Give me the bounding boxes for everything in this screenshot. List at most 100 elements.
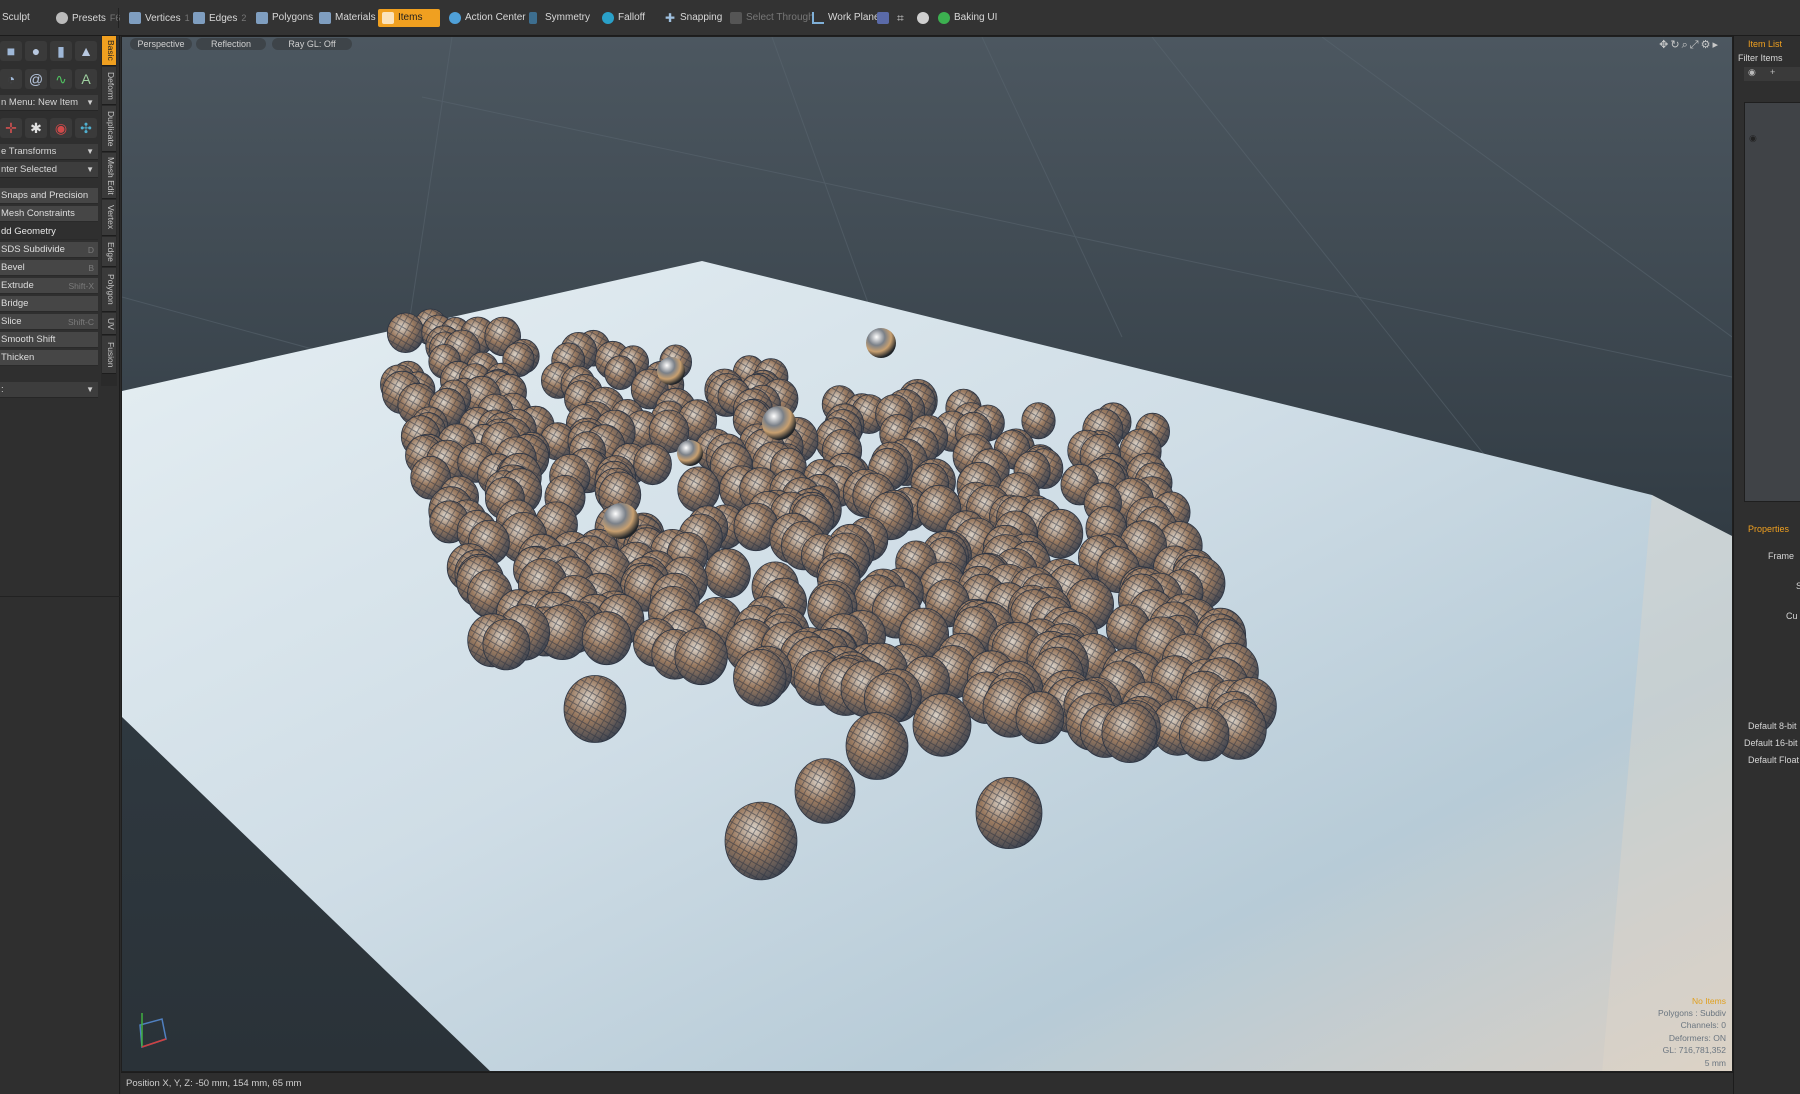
bevel-shortcut: B	[88, 263, 94, 273]
extrude-button[interactable]: Extrude Shift-X	[0, 278, 98, 294]
presets-button[interactable]: Presets F6	[52, 9, 120, 27]
chrome-sphere	[762, 406, 796, 440]
center-selected-dropdown[interactable]: nter Selected ▼	[0, 162, 98, 178]
tab-deform[interactable]: Deform	[102, 67, 116, 105]
viewport-header: Perspective Reflection Ray GL: Off ✥↻⌕⤢⚙…	[122, 37, 1732, 52]
mesh-constraints-button[interactable]: Mesh Constraints	[0, 206, 98, 222]
polygons-button[interactable]: Polygons	[252, 9, 313, 27]
falloff-label: Falloff	[618, 12, 646, 23]
bridge-label: Bridge	[1, 298, 29, 309]
tab-edge[interactable]: Edge	[102, 237, 116, 267]
tab-mesh-edit[interactable]: Mesh Edit	[102, 153, 116, 199]
tab-fusion[interactable]: Fusion	[102, 336, 116, 374]
transform-tool[interactable]: ✣	[75, 118, 97, 138]
item-list[interactable]: ◉	[1744, 102, 1800, 502]
slice-shortcut: Shift-C	[68, 317, 94, 327]
item-menu-dropdown[interactable]: n Menu: New Item ▼	[0, 95, 98, 111]
viewport-render-button[interactable]	[874, 9, 892, 27]
snapping-button[interactable]: ✚ Snapping	[660, 9, 722, 27]
cube-tool[interactable]: ■	[0, 41, 22, 61]
materials-button[interactable]: Materials	[315, 9, 376, 27]
tab-duplicate[interactable]: Duplicate	[102, 106, 116, 152]
cone-icon: ▲	[79, 43, 93, 59]
reflection-button[interactable]: Reflection	[196, 38, 266, 50]
tab-polygon[interactable]: Polygon	[102, 268, 116, 312]
gear-icon[interactable]: ⚙	[1701, 39, 1713, 51]
move-tool[interactable]: ✛	[0, 118, 22, 138]
presets-icon	[56, 12, 68, 24]
edges-button[interactable]: Edges 2	[189, 9, 246, 27]
items-button[interactable]: Items	[378, 9, 440, 27]
viewport-nav-icons[interactable]: ✥↻⌕⤢⚙▸	[1659, 38, 1720, 52]
chevron-down-icon: ▼	[86, 165, 94, 174]
perspective-button[interactable]: Perspective	[130, 38, 192, 50]
3d-viewport[interactable]: Perspective Reflection Ray GL: Off ✥↻⌕⤢⚙…	[121, 36, 1733, 1072]
symmetry-button[interactable]: Symmetry	[525, 9, 590, 27]
transforms-dropdown[interactable]: e Transforms ▼	[0, 144, 98, 160]
orbit-icon[interactable]: ↻	[1670, 39, 1681, 51]
slice-label: Slice	[1, 316, 22, 327]
tab-uv[interactable]: UV	[102, 313, 116, 335]
chevron-right-icon[interactable]: ▸	[1712, 39, 1720, 51]
select-through-icon	[730, 12, 742, 24]
crop-button[interactable]: ⌗	[894, 9, 912, 27]
maximize-icon[interactable]: ⤢	[1690, 39, 1701, 51]
raspberry-wire-overlay	[564, 675, 626, 743]
rotate-tool[interactable]: ✱	[25, 118, 47, 138]
select-through-button[interactable]: Select Through	[726, 9, 814, 27]
pan-icon[interactable]: ✥	[1659, 39, 1670, 51]
sds-subdivide-button[interactable]: SDS Subdivide D	[0, 242, 98, 258]
sphere-tool[interactable]: ●	[25, 41, 47, 61]
bevel-button[interactable]: Bevel B	[0, 260, 98, 276]
zoom-icon[interactable]: ⌕	[1682, 39, 1690, 51]
tab-basic[interactable]: Basic	[102, 36, 116, 66]
slice-button[interactable]: Slice Shift-C	[0, 314, 98, 330]
bridge-button[interactable]: Bridge	[0, 296, 98, 312]
properties-tab[interactable]: Properties	[1748, 522, 1789, 536]
torus-tool[interactable]: ◔	[0, 69, 22, 89]
raspberry-wire-overlay	[582, 611, 632, 665]
default-8bit-label: Default 8-bit	[1748, 721, 1797, 731]
cone-tool[interactable]: ▲	[75, 41, 97, 61]
raspberry-wire-overlay	[633, 443, 672, 485]
raspberry-wire-overlay	[387, 313, 424, 353]
tab-vertex[interactable]: Vertex	[102, 200, 116, 236]
action-center-icon	[449, 12, 461, 24]
eye-icon[interactable]: ◉	[1749, 133, 1757, 144]
scale-tool[interactable]: ◉	[50, 118, 72, 138]
snaps-precision-button[interactable]: Snaps and Precision	[0, 188, 98, 204]
s-label: S	[1796, 581, 1800, 591]
sculpt-tab[interactable]: Sculpt	[0, 9, 30, 27]
viewport-scene[interactable]	[122, 37, 1733, 1072]
position-readout: Position X, Y, Z: -50 mm, 154 mm, 65 mm	[126, 1078, 302, 1089]
item-list-tab[interactable]: Item List	[1748, 37, 1782, 51]
sphere-icon: ●	[31, 43, 41, 59]
spiral-tool[interactable]: @	[25, 69, 47, 89]
falloff-button[interactable]: Falloff	[598, 9, 645, 27]
raspberry-wire-overlay	[674, 627, 728, 685]
thicken-button[interactable]: Thicken	[0, 350, 98, 366]
vertices-button[interactable]: Vertices 1	[125, 9, 190, 27]
smooth-shift-button[interactable]: Smooth Shift	[0, 332, 98, 348]
tab-polygon-label: Polygon	[106, 274, 116, 305]
filter-items-field[interactable]: Filter Items	[1738, 53, 1783, 63]
edges-label: Edges	[209, 13, 238, 24]
shading-button[interactable]	[914, 9, 932, 27]
eye-icon[interactable]: ◉	[1748, 67, 1756, 78]
properties-label: Properties	[1748, 524, 1790, 534]
main-toolbar: Sculpt Presets F6 Vertices 1 Edges 2 Polygo…	[0, 0, 1800, 36]
text-icon: A	[81, 71, 91, 87]
default-float-label: Default Float	[1748, 755, 1800, 765]
action-center-button[interactable]: Action Center	[445, 9, 526, 27]
raygl-button[interactable]: Ray GL: Off	[272, 38, 352, 50]
work-plane-button[interactable]: Work Plane	[808, 9, 880, 27]
text-tool[interactable]: A	[75, 69, 97, 89]
cylinder-tool[interactable]: ▮	[50, 41, 72, 61]
baking-ui-button[interactable]: Baking UI	[934, 9, 997, 27]
tab-fusion-label: Fusion	[106, 341, 116, 368]
presets-label: Presets	[72, 13, 106, 24]
add-icon[interactable]: +	[1770, 67, 1775, 77]
item-menu-label: n Menu: New Item	[1, 97, 79, 108]
bottom-dropdown[interactable]: : ▼	[0, 382, 98, 398]
curve-tool[interactable]: ∿	[50, 69, 72, 89]
